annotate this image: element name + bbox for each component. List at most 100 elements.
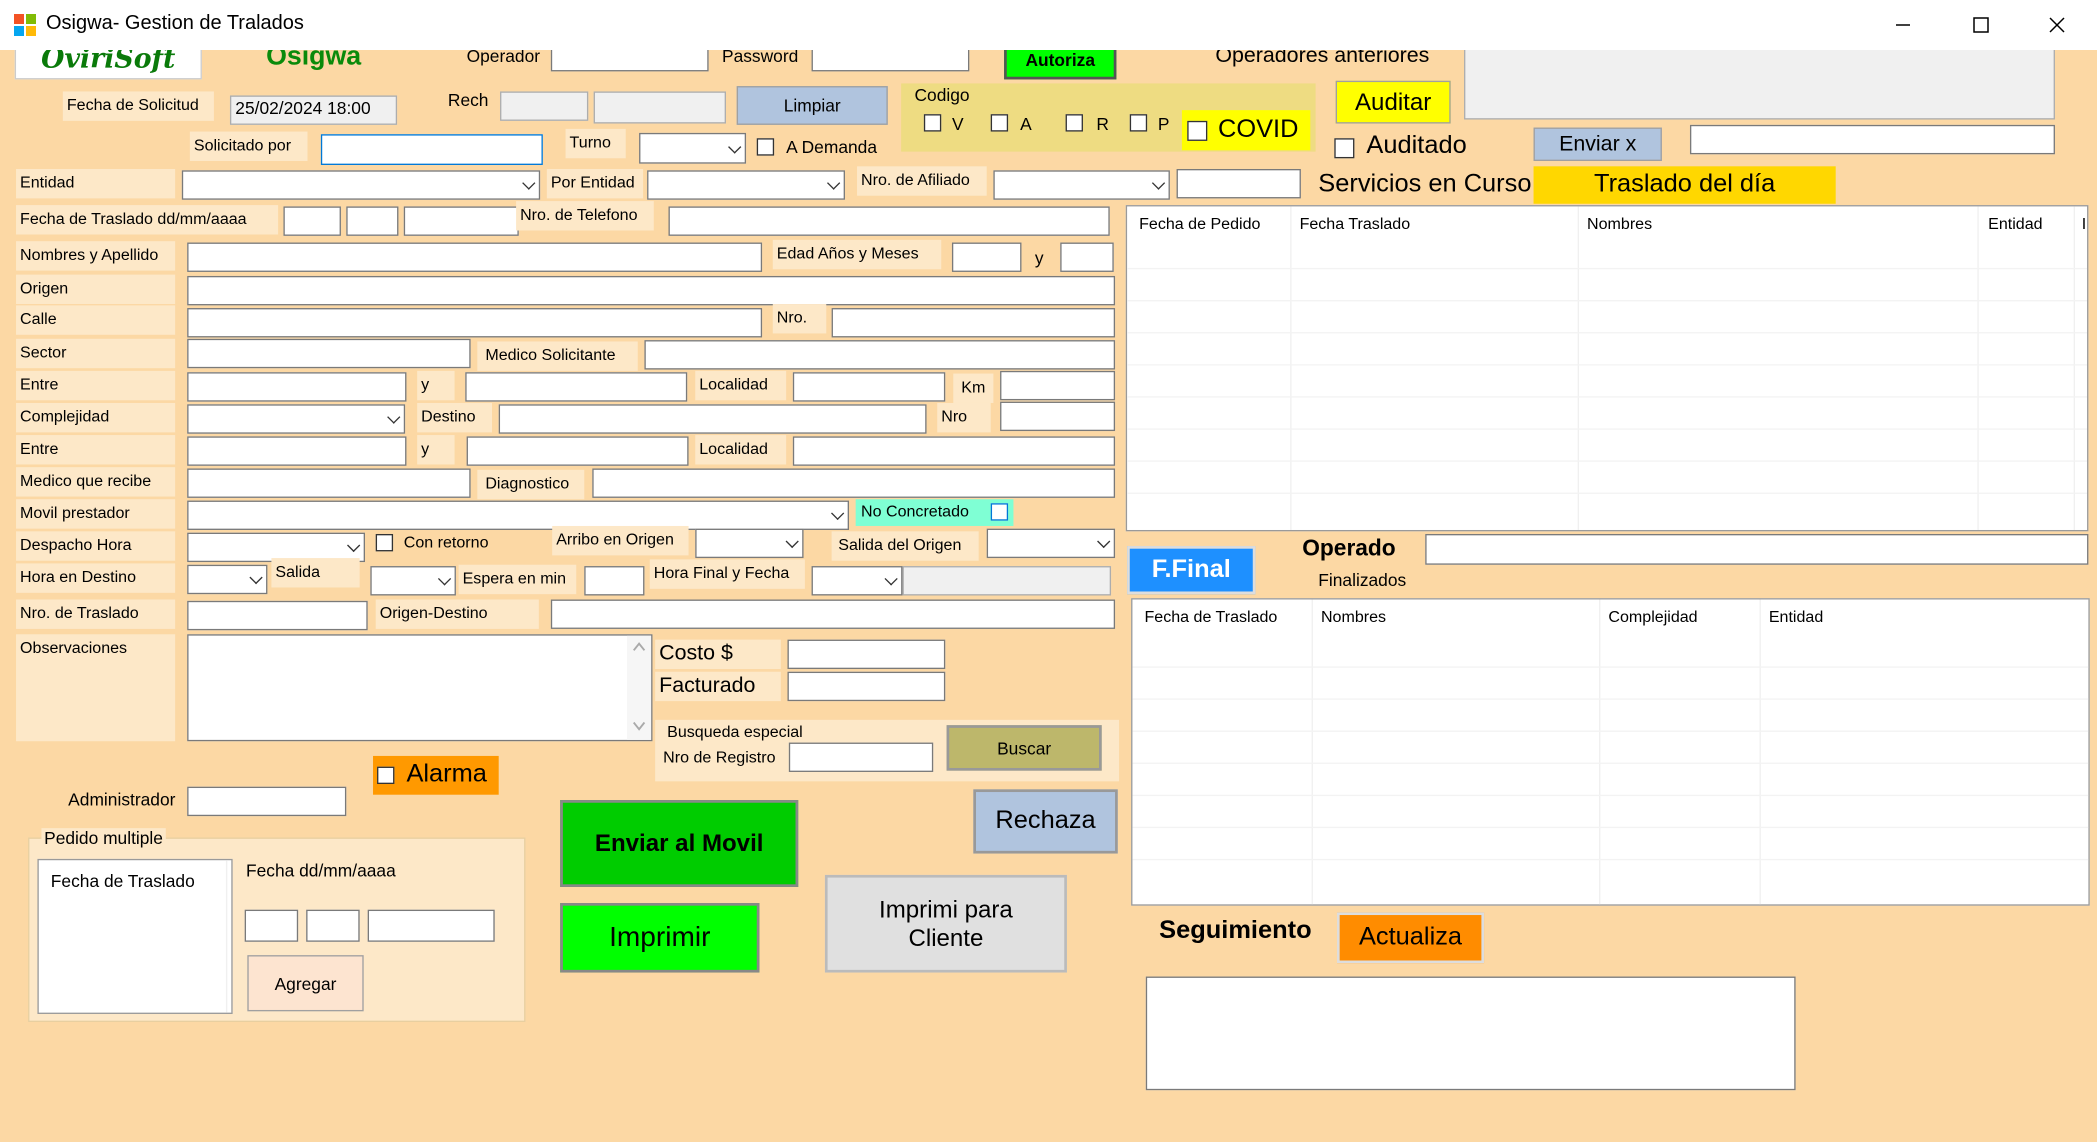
limpiar-button[interactable]: Limpiar xyxy=(736,86,888,125)
complejidad-select[interactable] xyxy=(187,404,406,434)
entre-2-input[interactable] xyxy=(187,436,407,466)
salida-select[interactable] xyxy=(370,566,456,596)
observaciones-textarea[interactable] xyxy=(187,634,653,742)
operador-input[interactable] xyxy=(550,50,709,72)
agregar-button[interactable]: Agregar xyxy=(247,955,364,1012)
actualiza-button[interactable]: Actualiza xyxy=(1337,912,1485,964)
imprimir-button[interactable]: Imprimir xyxy=(560,903,760,973)
imprimi-para-cliente-button[interactable]: Imprimi para Cliente xyxy=(824,874,1067,973)
calle-input[interactable] xyxy=(187,308,763,338)
auditado-checkbox[interactable] xyxy=(1334,138,1355,159)
password-input[interactable] xyxy=(811,50,970,72)
fecha-traslado-dd[interactable] xyxy=(283,206,341,236)
medico-solicitante-input[interactable] xyxy=(644,340,1116,370)
auditar-button[interactable]: Auditar xyxy=(1335,80,1451,124)
minimize-icon[interactable] xyxy=(1888,14,1918,36)
servicios-en-curso-grid[interactable]: Fecha de Pedido Fecha Traslado Nombres E… xyxy=(1125,205,2089,532)
servicios-row-line-8 xyxy=(1127,492,2088,494)
hora-destino-select[interactable] xyxy=(187,564,268,595)
pedido-fecha-mm[interactable] xyxy=(306,909,360,942)
diagnostico-input[interactable] xyxy=(592,468,1116,498)
nro-afiliado-label: Nro. de Afiliado xyxy=(857,166,987,196)
por-entidad-select[interactable] xyxy=(647,170,845,200)
enviar-x-button[interactable]: Enviar x xyxy=(1533,127,1662,161)
observaciones-scrollbar[interactable] xyxy=(627,635,652,740)
edad-anios-input[interactable] xyxy=(951,242,1022,272)
localidad-1-input[interactable] xyxy=(792,372,946,402)
rechaza-button[interactable]: Rechaza xyxy=(973,789,1118,854)
pedido-fecha-dd[interactable] xyxy=(244,909,299,942)
enviar-x-input[interactable] xyxy=(1689,124,2055,155)
facturado-input[interactable] xyxy=(787,671,946,702)
codigo-r-checkbox[interactable] xyxy=(1065,114,1083,132)
entre-2-y-input[interactable] xyxy=(466,436,689,466)
nro-registro-input[interactable] xyxy=(788,742,934,772)
busqueda-especial-label: Busqueda especial xyxy=(667,722,803,742)
autoriza-button[interactable]: Autoriza xyxy=(1004,50,1117,80)
maximize-icon[interactable] xyxy=(1966,14,1996,36)
sector-input[interactable] xyxy=(187,338,471,369)
movil-prestador-select[interactable] xyxy=(187,500,849,530)
enviar-al-movil-button[interactable]: Enviar al Movil xyxy=(560,800,799,887)
nro-telefono-input[interactable] xyxy=(668,206,1110,236)
servicios-divider-3 xyxy=(1977,206,1979,530)
turno-select[interactable] xyxy=(639,132,747,164)
codigo-v-checkbox[interactable] xyxy=(923,114,942,132)
origen-destino-input[interactable] xyxy=(550,599,1116,629)
entre-1-label: Entre xyxy=(16,370,176,401)
traslado-del-dia-label: Traslado del día xyxy=(1533,166,1836,204)
ffinal-button[interactable]: F.Final xyxy=(1127,546,1256,595)
nro-afiliado-select[interactable] xyxy=(993,170,1170,200)
covid-checkbox[interactable] xyxy=(1187,120,1208,141)
nombres-apellido-input[interactable] xyxy=(187,242,763,272)
nro-traslado-input[interactable] xyxy=(187,600,368,631)
destino-nro-input[interactable] xyxy=(1000,401,1116,432)
edad-meses-input[interactable] xyxy=(1060,242,1114,272)
administrador-input[interactable] xyxy=(187,786,347,817)
a-demanda-checkbox[interactable] xyxy=(756,138,775,156)
codigo-p-checkbox[interactable] xyxy=(1129,114,1148,132)
alarma-label: Alarma xyxy=(406,759,487,789)
pedido-fecha-aaaa[interactable] xyxy=(367,909,495,942)
origen-input[interactable] xyxy=(187,275,1116,306)
salida-origen-label: Salida del Origen xyxy=(831,531,979,561)
complejidad-label: Complejidad xyxy=(16,402,176,433)
entre-1-y-input[interactable] xyxy=(465,372,688,402)
buscar-button[interactable]: Buscar xyxy=(946,725,1102,771)
km-label: Km xyxy=(953,373,994,403)
codigo-a-checkbox[interactable] xyxy=(990,114,1009,132)
calle-nro-input[interactable] xyxy=(831,308,1116,338)
no-concretado-checkbox[interactable] xyxy=(990,503,1009,521)
pedido-multiple-list[interactable]: Fecha de Traslado xyxy=(37,858,233,1014)
turno-label: Turno xyxy=(565,128,626,159)
fecha-solicitud-input[interactable]: 25/02/2024 18:00 xyxy=(229,95,398,125)
salida-origen-select[interactable] xyxy=(986,528,1116,559)
alarma-checkbox[interactable] xyxy=(377,766,395,785)
fecha-traslado-aaaa[interactable] xyxy=(403,206,519,236)
scroll-up-icon[interactable] xyxy=(632,641,646,652)
scroll-down-icon[interactable] xyxy=(632,721,646,732)
km-input[interactable] xyxy=(1000,370,1116,401)
col-entidad: Entidad xyxy=(1988,214,2043,234)
close-icon[interactable] xyxy=(2042,14,2072,36)
title-bar: Osigwa- Gestion de Tralados xyxy=(0,0,2097,51)
finalizados-grid[interactable]: Fecha de Traslado Nombres Complejidad En… xyxy=(1131,598,2090,906)
localidad-2-input[interactable] xyxy=(792,436,1116,466)
operado-input[interactable] xyxy=(1425,533,2089,565)
destino-label: Destino xyxy=(417,402,493,433)
con-retorno-checkbox[interactable] xyxy=(375,533,394,552)
medico-recibe-input[interactable] xyxy=(187,468,471,498)
entre-1-input[interactable] xyxy=(187,372,407,402)
solicitado-por-input[interactable] xyxy=(320,134,543,165)
fecha-traslado-mm[interactable] xyxy=(346,206,399,236)
fin-col-nombres: Nombres xyxy=(1320,607,1387,627)
arribo-origen-select[interactable] xyxy=(695,528,804,559)
entidad-select[interactable] xyxy=(181,170,541,200)
nro-afiliado-input[interactable] xyxy=(1176,168,1301,199)
hora-final-select[interactable] xyxy=(811,566,903,596)
espera-min-input[interactable] xyxy=(584,566,645,596)
facturado-label: Facturado xyxy=(655,671,781,702)
destino-input[interactable] xyxy=(498,404,927,434)
seguimiento-textarea[interactable] xyxy=(1145,976,1796,1091)
costo-input[interactable] xyxy=(787,639,946,670)
